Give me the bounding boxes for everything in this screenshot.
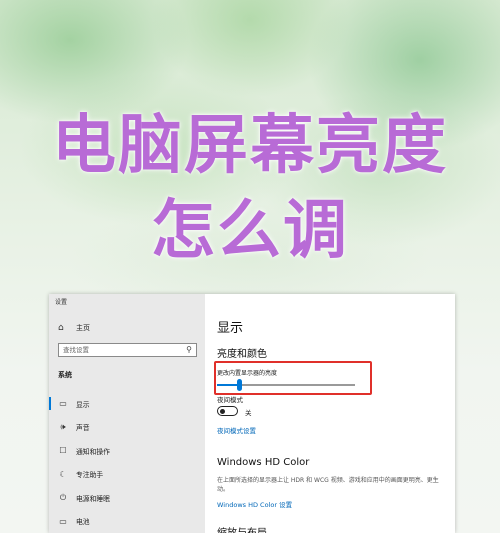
sidebar-item-label: 通知和操作 xyxy=(76,447,110,456)
sidebar-item-label: 显示 xyxy=(76,400,90,409)
night-light-settings-link[interactable]: 夜间模式设置 xyxy=(217,425,256,435)
settings-window: 设置 ⌂ 主页 查找设置 ⚲ 系统 ▭ 显示 🕪 声音 ☐ 通知和操作 ☾ 专注… xyxy=(49,294,455,533)
brightness-slider-fill xyxy=(217,384,240,386)
sidebar-item-focus-assist[interactable]: ☾ 专注助手 xyxy=(49,463,205,487)
brightness-section-title: 亮度和颜色 xyxy=(217,349,267,360)
sidebar-item-notifications[interactable]: ☐ 通知和操作 xyxy=(49,439,205,463)
battery-icon: ▭ xyxy=(59,516,67,526)
sidebar-home-label: 主页 xyxy=(76,324,90,332)
hd-color-settings-link[interactable]: Windows HD Color 设置 xyxy=(217,499,292,509)
settings-content: 显示 亮度和颜色 更改内置显示器的亮度 夜间模式 关 夜间模式设置 Window… xyxy=(205,294,455,533)
search-input[interactable]: 查找设置 ⚲ xyxy=(58,343,197,357)
settings-sidebar: 设置 ⌂ 主页 查找设置 ⚲ 系统 ▭ 显示 🕪 声音 ☐ 通知和操作 ☾ 专注… xyxy=(49,294,205,533)
sidebar-item-battery[interactable]: ▭ 电池 xyxy=(49,510,205,533)
notification-icon: ☐ xyxy=(59,446,67,456)
window-title: 设置 xyxy=(55,299,68,306)
moon-icon: ☾ xyxy=(59,469,67,479)
sidebar-item-label: 专注助手 xyxy=(76,471,104,480)
brightness-slider-thumb[interactable] xyxy=(237,379,243,391)
night-light-toggle[interactable] xyxy=(217,406,238,416)
speaker-icon: 🕪 xyxy=(60,422,66,432)
sidebar-home[interactable]: ⌂ 主页 xyxy=(58,323,90,333)
hd-color-title: Windows HD Color xyxy=(217,457,310,468)
sidebar-item-power-sleep[interactable]: ⏻ 电源和睡眠 xyxy=(49,486,205,510)
sidebar-item-label: 声音 xyxy=(76,424,90,433)
sidebar-item-label: 电池 xyxy=(76,518,90,527)
display-icon: ▭ xyxy=(59,399,67,409)
sidebar-item-sound[interactable]: 🕪 声音 xyxy=(49,416,205,440)
brightness-slider[interactable] xyxy=(217,379,355,391)
sidebar-section-system: 系统 xyxy=(58,371,72,379)
hd-color-description: 在上面所选择的显示器上让 HDR 和 WCG 视频、游戏和应用中的画面更明亮、更… xyxy=(217,477,439,493)
sidebar-item-label: 电源和睡眠 xyxy=(76,494,110,503)
sidebar-item-display[interactable]: ▭ 显示 xyxy=(49,392,205,416)
overlay-title-line-2: 怎么调 xyxy=(151,194,349,268)
search-placeholder: 查找设置 xyxy=(63,346,89,354)
night-light-label: 夜间模式 xyxy=(217,396,243,404)
scale-layout-heading: 缩放与布局 xyxy=(217,524,267,533)
night-light-state: 关 xyxy=(245,409,252,417)
brightness-label: 更改内置显示器的亮度 xyxy=(217,370,278,377)
page-title: 显示 xyxy=(217,321,244,336)
search-icon: ⚲ xyxy=(186,345,192,354)
home-icon: ⌂ xyxy=(58,323,64,333)
sidebar-nav: ▭ 显示 🕪 声音 ☐ 通知和操作 ☾ 专注助手 ⏻ 电源和睡眠 ▭ 电池 xyxy=(49,392,205,533)
toggle-knob xyxy=(220,408,225,414)
overlay-title-line-1: 电脑屏幕亮度 xyxy=(52,109,448,183)
power-icon: ⏻ xyxy=(59,492,67,502)
